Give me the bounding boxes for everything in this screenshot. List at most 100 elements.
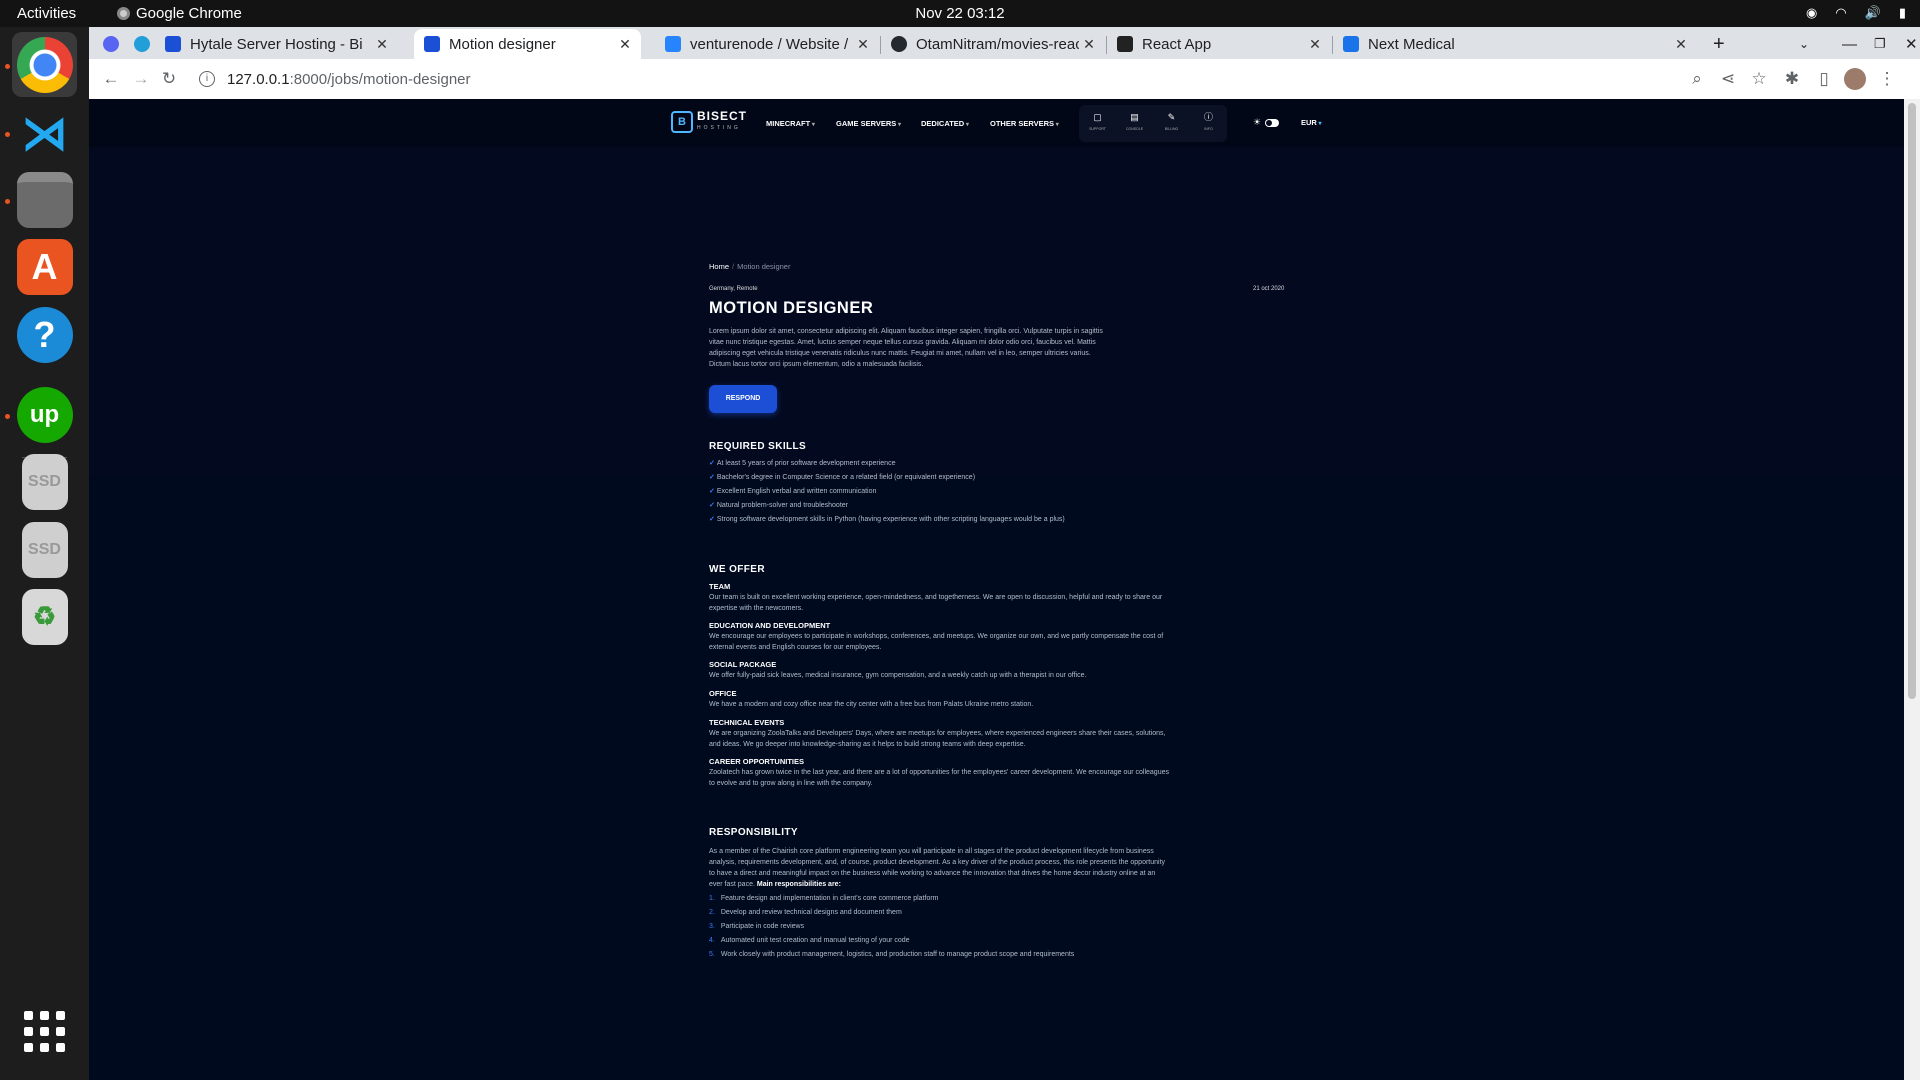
telegram-icon [134,36,150,52]
tab-next-medical[interactable]: Next Medical ✕ [1333,29,1697,59]
side-panel-icon[interactable]: ▯ [1812,67,1836,91]
close-tab-icon[interactable]: ✕ [615,36,635,53]
skill-text: Excellent English verbal and written com… [716,488,877,495]
dock-upwork[interactable]: up [12,382,77,447]
restore-icon[interactable]: ❐ [1864,29,1894,59]
wifi-icon[interactable]: ◠ [1835,5,1846,21]
tab-discord[interactable] [93,29,123,59]
responsibility-text: Develop and review technical designs and… [720,909,902,916]
activities-button[interactable]: Activities [17,5,76,22]
dock-chrome[interactable] [12,32,77,97]
nav-dedicated[interactable]: DEDICATED [921,119,969,128]
running-indicator [5,132,10,137]
dock-trash[interactable]: ♻ [12,584,77,649]
nav-billing[interactable]: ✎ BILLING [1160,113,1184,134]
dock-vscode[interactable]: ⋊ [12,100,77,165]
new-tab-button[interactable]: + [1703,29,1733,59]
dock-help[interactable]: ? [12,302,77,367]
page-scrollbar[interactable] [1904,99,1920,1080]
app-menu[interactable]: Google Chrome [117,5,242,22]
close-tab-icon[interactable]: ✕ [1079,36,1099,53]
tab-react-app[interactable]: React App ✕ [1107,29,1331,59]
nav-console[interactable]: ▤ CONSOLE [1123,113,1147,134]
job-description: Lorem ipsum dolor sit amet, consectetur … [709,328,1103,368]
profile-avatar[interactable] [1843,67,1867,91]
job-location: Germany, Remote [709,286,758,292]
nav-info[interactable]: ⓘ INFO [1197,113,1221,134]
close-window-icon[interactable]: ✕ [1895,29,1919,59]
dock-ssd-1[interactable]: SSD [12,449,77,514]
trash-icon: ♻ [21,588,68,645]
offer-heading: SOCIAL PACKAGE [709,660,777,669]
nav-other-servers[interactable]: OTHER SERVERS [990,119,1059,128]
show-applications-button[interactable] [12,999,77,1064]
share-icon[interactable]: ⋖ [1716,67,1740,91]
nav-support[interactable]: ▢ SUPPORT [1086,113,1110,134]
responsibility-intro-bold: Main responsibilities are: [756,881,841,888]
scrollbar-thumb[interactable] [1908,103,1916,699]
running-indicator [5,414,10,419]
logo-mark-icon: B [671,111,693,133]
site-logo[interactable]: B BISECT HOSTING [671,110,747,133]
responsibility-text: Work closely with product management, lo… [720,951,1075,958]
bookmark-star-icon[interactable]: ☆ [1747,67,1771,91]
currency-selector[interactable]: EUR [1301,118,1322,127]
accessibility-icon[interactable]: ◉ [1806,5,1817,21]
dock-ssd-2[interactable]: SSD [12,517,77,582]
upwork-icon: up [16,386,73,443]
responsibility-text: Feature design and implementation in cli… [720,895,939,902]
list-number: 5. [709,951,715,958]
tab-hytale[interactable]: Hytale Server Hosting - Bi ✕ [155,29,398,59]
close-tab-icon[interactable]: ✕ [372,36,392,53]
close-tab-icon[interactable]: ✕ [1671,36,1691,53]
tab-title: Next Medical [1368,35,1455,53]
help-icon: ? [16,306,73,363]
responsibility-item: 2. Develop and review technical designs a… [709,909,902,916]
extensions-icon[interactable]: ✱ [1780,67,1804,91]
reload-icon[interactable]: ↻ [157,67,181,91]
zoom-icon[interactable]: ⌕ [1685,67,1709,91]
dock-software[interactable]: A [12,234,77,299]
list-number: 1. [709,895,715,902]
tab-motion-designer[interactable]: Motion designer ✕ [414,29,641,59]
theme-toggle[interactable]: ☀ [1253,117,1280,128]
close-tab-icon[interactable]: ✕ [1305,36,1325,53]
breadcrumb: Home / Motion designer [709,262,790,271]
address-bar[interactable]: i 127.0.0.1:8000/jobs/motion-designer [193,63,1833,95]
responsibility-item: 4. Automated unit test creation and manua… [709,937,910,944]
tab-search-icon[interactable]: ⌄ [1789,29,1819,59]
tab-telegram[interactable] [124,29,154,59]
tab-github[interactable]: OtamNitram/movies-reac ✕ [881,29,1105,59]
back-icon[interactable]: ← [99,67,123,91]
nav-minecraft[interactable]: MINECRAFT [766,119,815,128]
forward-icon[interactable]: → [129,67,153,91]
browser-chrome: Hytale Server Hosting - Bi ✕ Motion desig… [89,27,1920,99]
site-info-icon[interactable]: i [199,71,215,87]
volume-icon[interactable]: 🔊 [1865,5,1881,21]
support-icon: ▢ [1093,112,1102,122]
check-icon: ✓ [709,460,715,467]
menu-icon[interactable]: ⋮ [1875,67,1899,91]
check-icon: ✓ [709,502,715,509]
tab-venturenode[interactable]: venturenode / Website / s ✕ [655,29,879,59]
nav-game-servers[interactable]: GAME SERVERS [836,119,901,128]
offer-heading: TEAM [709,582,731,591]
console-icon: ▤ [1130,112,1139,122]
nav-icon-group: ▢ SUPPORT ▤ CONSOLE ✎ BILLING ⓘ INFO [1079,105,1227,142]
minimize-icon[interactable]: — [1832,29,1862,59]
url-path: :8000/jobs/motion-designer [289,70,471,88]
system-tray[interactable]: ◉ ◠ 🔊 ▮ [1806,5,1906,21]
billing-icon: ✎ [1167,112,1176,122]
responsibility-text: Participate in code reviews [720,923,805,930]
close-tab-icon[interactable]: ✕ [853,36,873,53]
breadcrumb-home[interactable]: Home [709,262,729,271]
tab-strip: Hytale Server Hosting - Bi ✕ Motion desig… [89,27,1920,59]
job-hero [89,147,1904,477]
battery-icon[interactable]: ▮ [1899,5,1906,21]
skill-item: ✓ Natural problem-solver and troubleshoot… [709,501,848,509]
respond-button[interactable]: RESPOND [709,385,777,413]
skill-text: At least 5 years of prior software devel… [716,460,896,467]
clock[interactable]: Nov 22 03:12 [0,5,1920,22]
dock-files[interactable] [12,167,77,232]
vscode-icon: ⋊ [21,106,68,159]
